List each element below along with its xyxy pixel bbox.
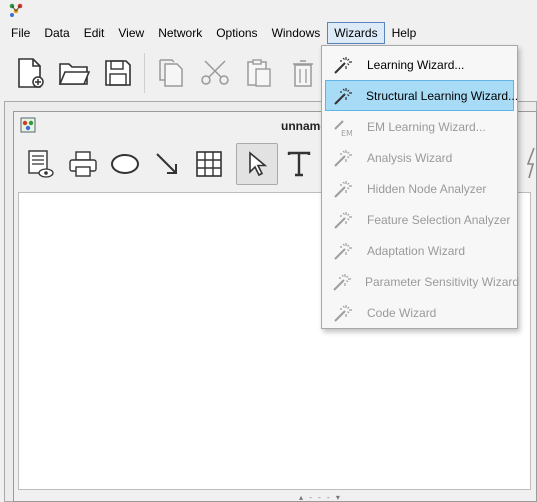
- delete-icon[interactable]: [281, 51, 325, 95]
- open-folder-icon[interactable]: [52, 51, 96, 95]
- menu-item-label: Adaptation Wizard: [367, 243, 466, 258]
- menu-item-hidden-node-analyzer[interactable]: Hidden Node Analyzer: [322, 173, 517, 204]
- menu-data[interactable]: Data: [37, 22, 76, 44]
- print-icon[interactable]: [62, 143, 104, 185]
- scroll-handle[interactable]: ▴ - - - ▾: [299, 493, 342, 502]
- menu-item-label: Hidden Node Analyzer: [367, 181, 487, 196]
- paste-icon[interactable]: [237, 51, 281, 95]
- toolbar-separator: [144, 53, 145, 93]
- magic-wand-icon: [331, 54, 353, 76]
- menu-item-em-learning-wizard[interactable]: EM EM Learning Wizard...: [322, 111, 517, 142]
- menu-item-adaptation-wizard[interactable]: Adaptation Wizard: [322, 235, 517, 266]
- menu-item-label: Analysis Wizard: [367, 150, 453, 165]
- menu-item-label: EM Learning Wizard...: [367, 119, 486, 134]
- svg-text:EM: EM: [341, 129, 352, 137]
- new-file-icon[interactable]: [8, 51, 52, 95]
- menu-help[interactable]: Help: [385, 22, 424, 44]
- menu-network[interactable]: Network: [151, 22, 209, 44]
- magic-wand-icon: [331, 209, 353, 231]
- menu-item-label: Learning Wizard...: [367, 57, 465, 72]
- main-toolbar: [8, 50, 325, 96]
- menu-item-parameter-sensitivity-wizard[interactable]: Parameter Sensitivity Wizard: [322, 266, 520, 297]
- menu-item-label: Parameter Sensitivity Wizard: [365, 274, 520, 289]
- document-toolbar: [20, 142, 320, 186]
- cut-icon[interactable]: [193, 51, 237, 95]
- em-wand-icon: EM: [331, 116, 353, 138]
- menu-item-learning-wizard[interactable]: Learning Wizard...: [322, 49, 517, 80]
- magic-wand-icon: [332, 85, 352, 107]
- magic-wand-icon: [331, 240, 353, 262]
- menu-item-label: Code Wizard: [367, 305, 437, 320]
- menu-item-structural-learning-wizard[interactable]: Structural Learning Wizard...: [325, 80, 518, 111]
- save-icon[interactable]: [96, 51, 140, 95]
- menu-item-feature-selection-analyzer[interactable]: Feature Selection Analyzer: [322, 204, 517, 235]
- arrow-link-icon[interactable]: [146, 143, 188, 185]
- ellipse-node-icon[interactable]: [104, 143, 146, 185]
- menu-item-label: Feature Selection Analyzer: [367, 212, 511, 227]
- menu-edit[interactable]: Edit: [77, 22, 112, 44]
- magic-wand-icon: [331, 302, 353, 324]
- app-logo-icon: [9, 3, 23, 17]
- document-icon: [20, 117, 36, 133]
- magic-wand-icon: [331, 147, 353, 169]
- menu-file[interactable]: File: [4, 22, 37, 44]
- properties-view-icon[interactable]: [20, 143, 62, 185]
- wizards-dropdown-menu: Learning Wizard... Structural Learning W…: [321, 45, 520, 329]
- menu-item-label: Structural Learning Wizard...: [366, 88, 519, 103]
- menu-item-analysis-wizard[interactable]: Analysis Wizard: [322, 142, 517, 173]
- menu-wizards[interactable]: Wizards: [327, 22, 385, 44]
- menu-item-code-wizard[interactable]: Code Wizard: [322, 297, 517, 328]
- menu-windows[interactable]: Windows: [265, 22, 328, 44]
- menubar: File Data Edit View Network Options Wind…: [4, 22, 423, 44]
- select-pointer-icon[interactable]: [236, 143, 278, 185]
- magic-wand-icon: [331, 271, 351, 293]
- table-icon[interactable]: [188, 143, 230, 185]
- text-tool-icon[interactable]: [278, 143, 320, 185]
- magic-wand-icon: [331, 178, 353, 200]
- menu-view[interactable]: View: [111, 22, 151, 44]
- lightning-icon[interactable]: [526, 146, 537, 180]
- menu-options[interactable]: Options: [209, 22, 264, 44]
- copy-icon[interactable]: [149, 51, 193, 95]
